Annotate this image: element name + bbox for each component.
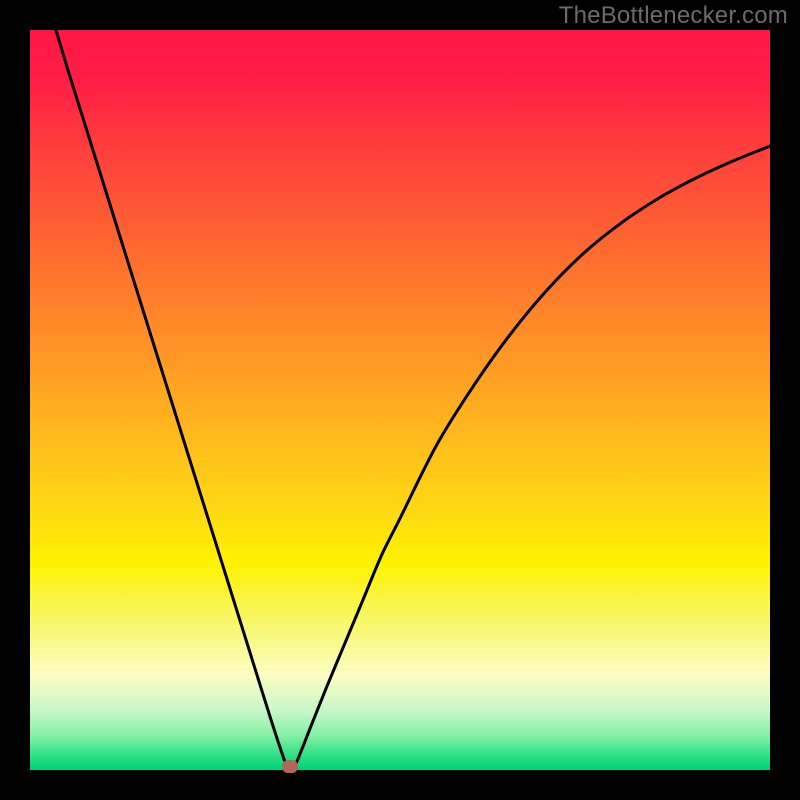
chart-frame: TheBottlenecker.com <box>0 0 800 800</box>
attribution-label: TheBottlenecker.com <box>559 2 788 30</box>
optimal-point-marker <box>282 760 298 773</box>
plot-area <box>30 30 770 770</box>
bottleneck-curve <box>30 30 770 770</box>
